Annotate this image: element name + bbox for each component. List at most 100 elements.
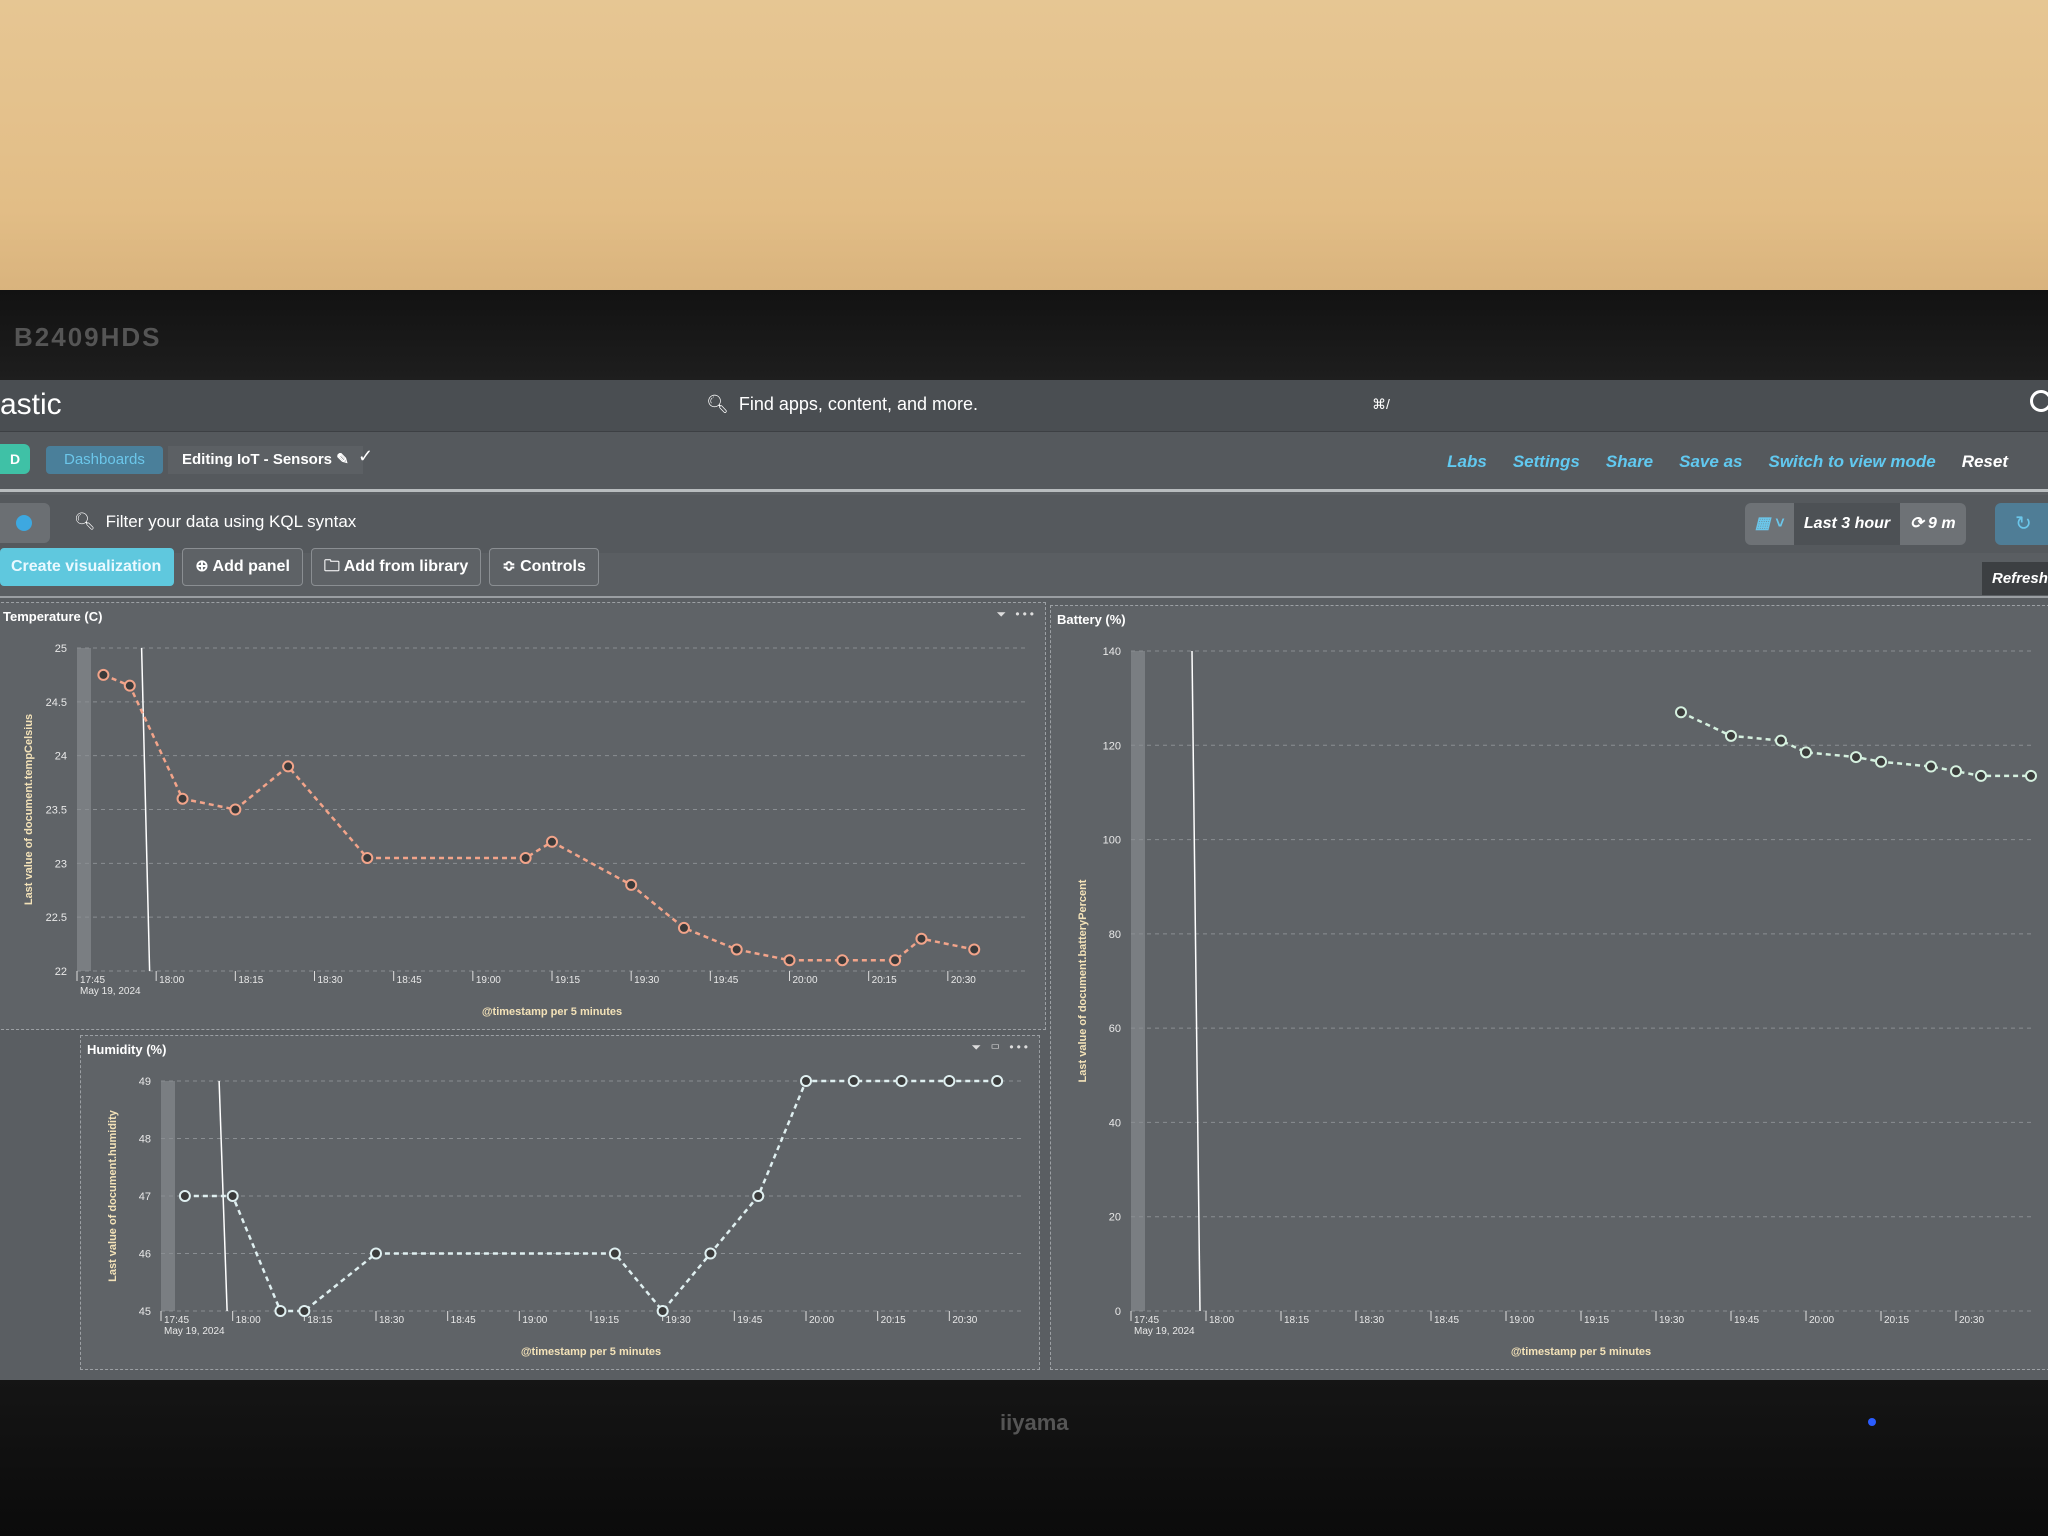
x-tick-label: 18:00 bbox=[236, 1315, 261, 1326]
check-icon[interactable]: ✓ bbox=[358, 446, 373, 467]
x-tick-label: May 19, 2024 bbox=[1134, 1326, 1195, 1337]
data-point[interactable] bbox=[943, 1075, 956, 1087]
settings-link[interactable]: Settings bbox=[1513, 452, 1580, 472]
dashboard-toolbar: Create visualization ⊕ Add panel 🗀 Add f… bbox=[0, 548, 599, 586]
top-nav-menu: Labs Settings Share Save as Switch to vi… bbox=[1447, 452, 2008, 472]
data-point[interactable] bbox=[625, 878, 638, 891]
y-tick-label: 23 bbox=[55, 858, 67, 870]
add-panel-button[interactable]: ⊕ Add panel bbox=[182, 548, 303, 586]
data-point[interactable] bbox=[1950, 765, 1962, 778]
kql-input[interactable]: 🔍︎ Filter your data using KQL syntax bbox=[74, 512, 356, 532]
time-picker[interactable]: ▦ ˅ Last 3 hour ⟳ 9 m bbox=[1745, 503, 1966, 545]
data-point[interactable] bbox=[1850, 751, 1862, 764]
x-tick-label: 18:45 bbox=[451, 1315, 476, 1326]
help-icon[interactable] bbox=[2030, 390, 2048, 412]
battery-panel[interactable]: Battery (%) 0 20 40 60 80 100 120 140 17:45 May 1… bbox=[1050, 605, 2048, 1370]
data-point[interactable] bbox=[1675, 706, 1687, 719]
controls-label: Controls bbox=[520, 558, 586, 575]
labs-link[interactable]: Labs bbox=[1447, 452, 1487, 472]
data-point[interactable] bbox=[730, 943, 743, 956]
y-tick-label: 47 bbox=[139, 1191, 151, 1203]
data-point[interactable] bbox=[274, 1305, 287, 1317]
data-point[interactable] bbox=[889, 954, 902, 967]
data-point[interactable] bbox=[2025, 769, 2037, 782]
data-point[interactable] bbox=[677, 921, 690, 934]
data-point[interactable] bbox=[1875, 755, 1887, 768]
add-library-label: Add from library bbox=[343, 558, 469, 575]
breadcrumb-dashboards[interactable]: Dashboards bbox=[46, 446, 163, 474]
kibana-screen: astic 🔍︎ Find apps, content, and more. ⌘/… bbox=[0, 380, 2048, 1380]
data-point[interactable] bbox=[298, 1305, 311, 1317]
data-point[interactable] bbox=[895, 1075, 908, 1087]
save-as-link[interactable]: Save as bbox=[1679, 452, 1742, 472]
data-point[interactable] bbox=[123, 679, 136, 692]
data-point[interactable] bbox=[656, 1305, 669, 1317]
data-point[interactable] bbox=[229, 803, 242, 816]
x-tick-label: 20:15 bbox=[872, 975, 897, 986]
x-tick-label: 17:45 bbox=[164, 1315, 189, 1326]
data-point[interactable] bbox=[1800, 746, 1812, 759]
pencil-icon[interactable]: ✎ bbox=[336, 451, 349, 468]
divider bbox=[0, 596, 2048, 598]
x-tick-label: 18:15 bbox=[1284, 1315, 1309, 1326]
data-point[interactable] bbox=[1975, 769, 1987, 782]
power-led bbox=[1868, 1418, 1876, 1426]
data-point[interactable] bbox=[968, 943, 981, 956]
x-tick-label: 19:15 bbox=[594, 1315, 619, 1326]
query-menu-button[interactable] bbox=[0, 503, 50, 543]
refresh-button[interactable]: ↻ bbox=[1995, 503, 2048, 545]
data-point[interactable] bbox=[97, 668, 110, 681]
refresh-interval[interactable]: ⟳ 9 m bbox=[1900, 503, 1965, 545]
data-point[interactable] bbox=[370, 1247, 382, 1260]
share-link[interactable]: Share bbox=[1606, 452, 1653, 472]
data-point[interactable] bbox=[915, 932, 928, 945]
chart-svg: 22 22.5 23 23.5 24 24.5 25 17:45May 19, 2024 18:… bbox=[23, 643, 1027, 1018]
time-range[interactable]: Last 3 hour bbox=[1793, 503, 1901, 545]
data-point[interactable] bbox=[704, 1247, 717, 1260]
space-avatar[interactable]: D bbox=[0, 444, 30, 474]
reset-link[interactable]: Reset bbox=[1962, 452, 2008, 472]
x-tick-label: 18:15 bbox=[238, 975, 263, 986]
x-tick-label: 18:00 bbox=[1209, 1315, 1234, 1326]
add-from-library-button[interactable]: 🗀 Add from library bbox=[310, 548, 482, 586]
data-point[interactable] bbox=[847, 1075, 860, 1087]
elastic-logo[interactable]: astic bbox=[0, 388, 62, 422]
data-point[interactable] bbox=[800, 1075, 812, 1087]
x-tick-label: 19:00 bbox=[522, 1315, 547, 1326]
view-mode-link[interactable]: Switch to view mode bbox=[1768, 452, 1935, 472]
wall-background bbox=[0, 0, 2048, 300]
data-point[interactable] bbox=[1775, 734, 1787, 747]
global-search[interactable]: 🔍︎ Find apps, content, and more. bbox=[706, 394, 978, 415]
x-tick-label: 18:00 bbox=[159, 975, 184, 986]
shortcut-hint: ⌘/ bbox=[1372, 396, 1390, 412]
search-icon: 🔍︎ bbox=[706, 394, 729, 414]
data-point[interactable] bbox=[991, 1075, 1004, 1087]
x-tick-label: 18:30 bbox=[1359, 1315, 1384, 1326]
data-point[interactable] bbox=[752, 1190, 765, 1202]
data-point[interactable] bbox=[282, 760, 295, 773]
data-point[interactable] bbox=[176, 792, 189, 805]
search-icon: 🔍︎ bbox=[74, 512, 96, 531]
data-point[interactable] bbox=[178, 1190, 191, 1202]
create-visualization-button[interactable]: Create visualization bbox=[0, 548, 175, 586]
x-tick-label: 19:45 bbox=[713, 975, 738, 986]
data-point[interactable] bbox=[836, 954, 849, 967]
controls-button[interactable]: ≎ Controls bbox=[489, 548, 599, 586]
data-point[interactable] bbox=[1925, 760, 1937, 773]
data-point[interactable] bbox=[519, 851, 532, 864]
humidity-panel[interactable]: Humidity (%) ⏷ ▭ ••• 45 46 47 48 49 17:45 May … bbox=[80, 1035, 1040, 1370]
x-tick-label: May 19, 2024 bbox=[80, 986, 141, 997]
data-point[interactable] bbox=[783, 954, 796, 967]
temperature-panel[interactable]: Temperature (C) ⏷ ••• 22 22.5 23 23.5 24 24.5… bbox=[0, 602, 1046, 1030]
data-point[interactable] bbox=[546, 835, 558, 848]
y-tick-label: 80 bbox=[1109, 929, 1121, 941]
calendar-icon[interactable]: ▦ ˅ bbox=[1745, 503, 1794, 545]
series-line bbox=[1680, 711, 2031, 778]
data-point[interactable] bbox=[1725, 729, 1737, 742]
data-point[interactable] bbox=[226, 1190, 239, 1202]
data-point[interactable] bbox=[608, 1247, 621, 1260]
x-tick-label: 19:00 bbox=[476, 975, 501, 986]
y-tick-label: 24 bbox=[55, 751, 67, 763]
y-axis-title: Last value of document.tempCelsius bbox=[23, 714, 35, 905]
data-point[interactable] bbox=[361, 851, 374, 864]
